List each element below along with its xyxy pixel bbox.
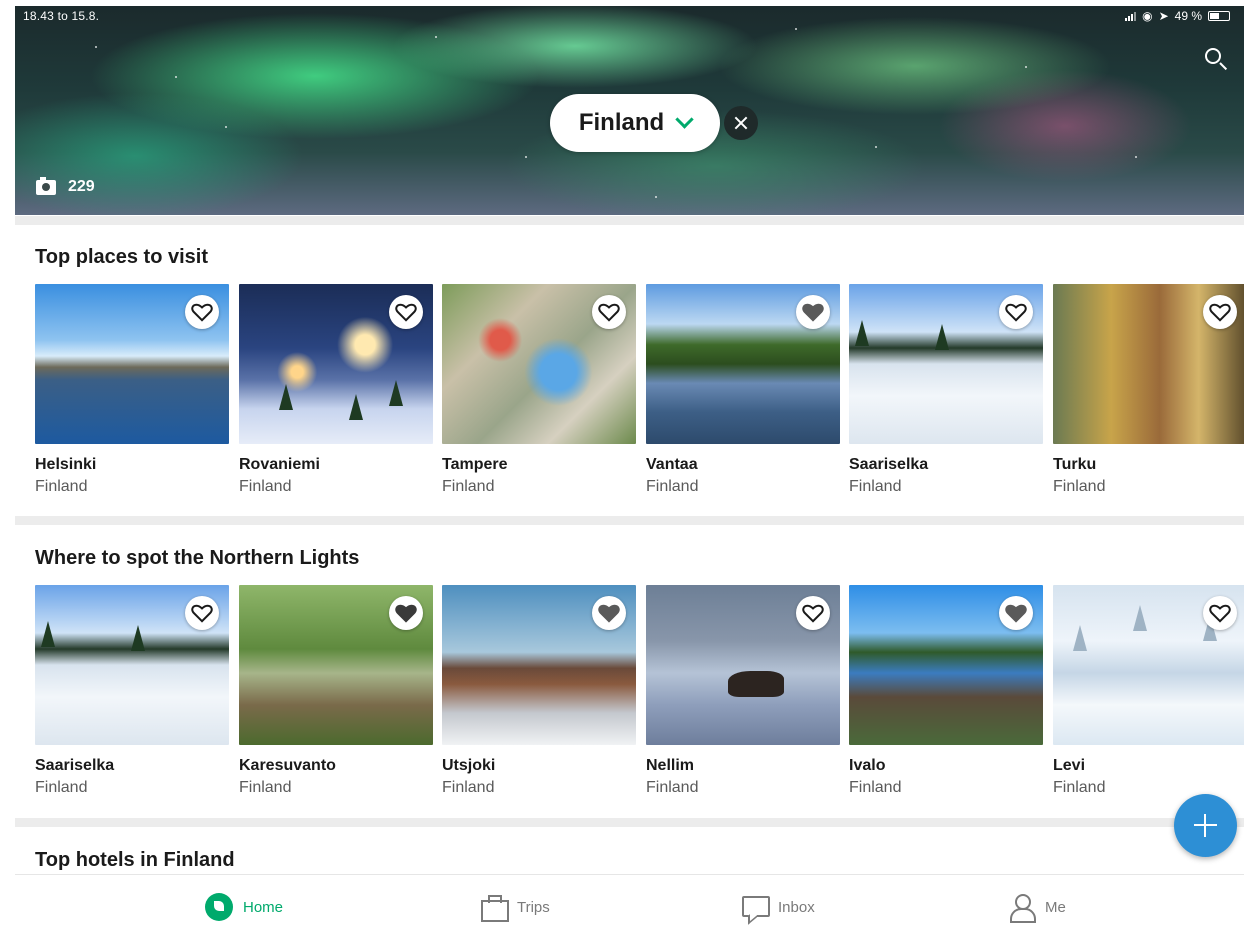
heart-icon[interactable] <box>185 596 219 630</box>
place-name[interactable]: Rovaniemi <box>239 456 433 474</box>
section-divider <box>15 216 1244 225</box>
section-title-northern-lights: Where to spot the Northern Lights <box>35 547 360 569</box>
section-title-top-hotels: Top hotels in Finland <box>35 849 235 871</box>
search-icon[interactable] <box>1203 46 1231 74</box>
close-icon[interactable] <box>724 106 758 140</box>
place-name[interactable]: Helsinki <box>35 456 229 474</box>
bottom-nav: Home Trips Inbox Me <box>15 874 1244 930</box>
place-photo[interactable] <box>35 284 229 444</box>
heart-icon[interactable] <box>1203 295 1237 329</box>
place-photo[interactable] <box>646 284 840 444</box>
person-icon <box>1007 893 1036 923</box>
place-country: Finland <box>35 779 88 796</box>
place-name[interactable]: Saariselka <box>849 456 1043 474</box>
place-card[interactable]: Saariselka Finland <box>35 585 229 797</box>
place-photo[interactable] <box>1053 284 1244 444</box>
nav-label-me: Me <box>1045 898 1066 916</box>
wifi-icon: ◉ <box>1142 9 1153 23</box>
place-photo[interactable] <box>442 585 636 745</box>
location-selector[interactable]: Finland <box>550 94 720 152</box>
place-photo[interactable] <box>849 284 1043 444</box>
place-name[interactable]: Karesuvanto <box>239 757 433 775</box>
heart-icon[interactable] <box>1203 596 1237 630</box>
place-country: Finland <box>646 779 699 796</box>
status-indicators: ◉ ➤ 49 % <box>1125 9 1230 23</box>
place-country: Finland <box>1053 779 1106 796</box>
signal-icon <box>1125 11 1137 21</box>
place-photo[interactable] <box>849 585 1043 745</box>
photo-count[interactable]: 229 <box>36 176 95 196</box>
photo-count-value: 229 <box>68 178 95 195</box>
place-card[interactable]: Rovaniemi Finland <box>239 284 433 496</box>
heart-icon[interactable] <box>999 596 1033 630</box>
heart-icon[interactable] <box>592 295 626 329</box>
compass-icon <box>205 893 233 921</box>
place-card[interactable]: Turku Finland <box>1053 284 1244 496</box>
place-name[interactable]: Turku <box>1053 456 1244 474</box>
message-icon <box>740 893 770 921</box>
place-card[interactable]: Ivalo Finland <box>849 585 1043 797</box>
place-card[interactable]: Karesuvanto Finland <box>239 585 433 797</box>
place-country: Finland <box>442 478 495 495</box>
carousel-northern-lights[interactable]: Saariselka Finland Karesuvanto Finland U… <box>35 585 1244 805</box>
place-photo[interactable] <box>239 585 433 745</box>
place-card[interactable]: Tampere Finland <box>442 284 636 496</box>
heart-icon[interactable] <box>796 596 830 630</box>
place-photo[interactable] <box>239 284 433 444</box>
place-country: Finland <box>849 478 902 495</box>
place-country: Finland <box>239 478 292 495</box>
place-card[interactable]: Nellim Finland <box>646 585 840 797</box>
place-card[interactable]: Utsjoki Finland <box>442 585 636 797</box>
heart-icon[interactable] <box>389 596 423 630</box>
place-name[interactable]: Saariselka <box>35 757 229 775</box>
chevron-down-icon <box>675 110 694 129</box>
section-divider <box>15 516 1244 525</box>
place-country: Finland <box>849 779 902 796</box>
briefcase-icon <box>479 893 509 922</box>
section-divider <box>15 818 1244 827</box>
status-time: 18.43 to 15.8. <box>23 9 100 23</box>
heart-icon[interactable] <box>592 596 626 630</box>
place-name[interactable]: Nellim <box>646 757 840 775</box>
place-country: Finland <box>239 779 292 796</box>
camera-icon <box>36 176 56 195</box>
nav-label-home: Home <box>243 898 284 916</box>
location-arrow-icon: ➤ <box>1158 9 1169 23</box>
place-photo[interactable] <box>35 585 229 745</box>
nav-label-trips: Trips <box>517 898 550 916</box>
nav-item-me[interactable]: Me <box>1007 893 1066 923</box>
place-country: Finland <box>1053 478 1106 495</box>
place-name[interactable]: Levi <box>1053 757 1244 775</box>
carousel-top-places[interactable]: Helsinki Finland Rovaniemi Finland Tampe… <box>35 284 1244 504</box>
place-photo[interactable] <box>1053 585 1244 745</box>
place-country: Finland <box>646 478 699 495</box>
nav-item-trips[interactable]: Trips <box>479 893 550 922</box>
nav-item-inbox[interactable]: Inbox <box>740 893 815 921</box>
place-photo[interactable] <box>646 585 840 745</box>
heart-icon[interactable] <box>185 295 219 329</box>
heart-icon[interactable] <box>999 295 1033 329</box>
nav-label-inbox: Inbox <box>778 898 815 916</box>
place-card[interactable]: Saariselka Finland <box>849 284 1043 496</box>
place-name[interactable]: Utsjoki <box>442 757 636 775</box>
nav-item-home[interactable]: Home <box>205 893 283 921</box>
place-name[interactable]: Tampere <box>442 456 636 474</box>
place-card[interactable]: Levi Finland <box>1053 585 1244 797</box>
place-card[interactable]: Vantaa Finland <box>646 284 840 496</box>
battery-percent: 49 % <box>1174 9 1202 23</box>
place-name[interactable]: Vantaa <box>646 456 840 474</box>
place-name[interactable]: Ivalo <box>849 757 1043 775</box>
heart-icon[interactable] <box>389 295 423 329</box>
place-country: Finland <box>35 478 88 495</box>
heart-icon[interactable] <box>796 295 830 329</box>
section-title-top-places: Top places to visit <box>35 246 208 268</box>
add-button[interactable] <box>1174 794 1237 857</box>
place-card[interactable]: Helsinki Finland <box>35 284 229 496</box>
place-country: Finland <box>442 779 495 796</box>
battery-icon <box>1208 11 1230 21</box>
location-label: Finland <box>578 109 665 136</box>
place-photo[interactable] <box>442 284 636 444</box>
